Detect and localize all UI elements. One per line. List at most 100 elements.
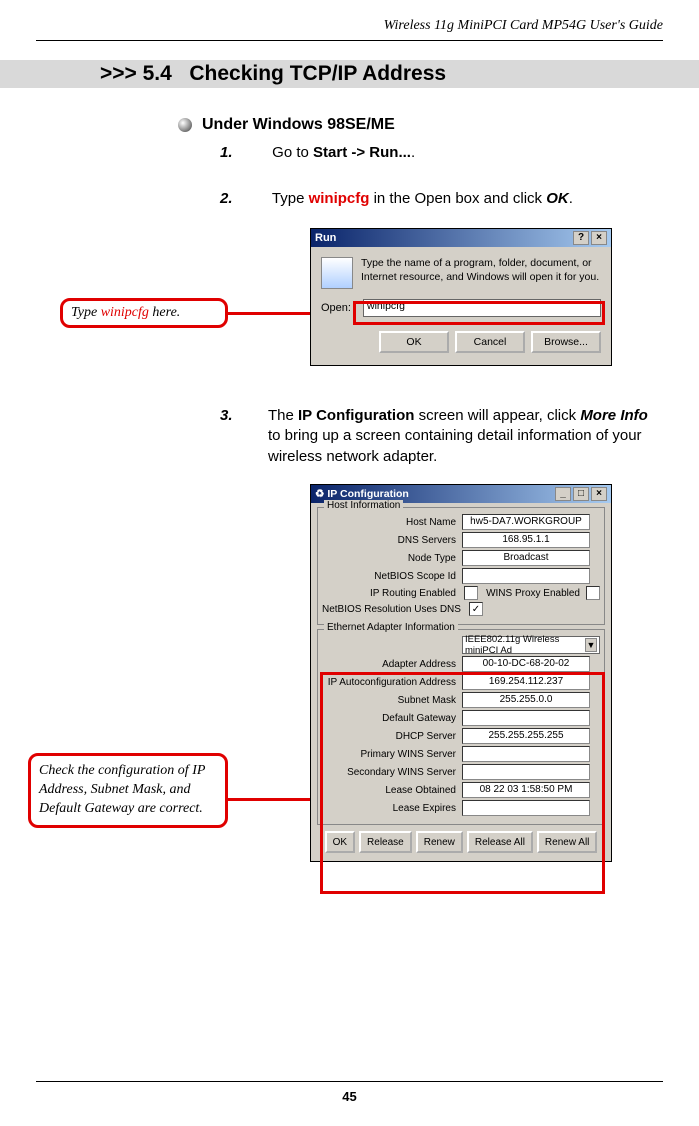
- section-number: >>> 5.4: [100, 62, 172, 85]
- step-3: 3. The IP Configuration screen will appe…: [220, 406, 659, 467]
- run-open-label: Open:: [321, 302, 355, 314]
- step-2-post: .: [569, 190, 573, 207]
- footer-rule: [36, 1081, 663, 1083]
- run-browse-button[interactable]: Browse...: [531, 331, 601, 353]
- row-routing: IP Routing Enabled WINS Proxy Enabled: [322, 586, 600, 600]
- step-1-text-pre: Go to: [272, 144, 313, 161]
- lease-exp-label: Lease Expires: [322, 803, 462, 814]
- step-3-pre: The: [268, 407, 298, 424]
- step-1-bold: Start -> Run...: [313, 144, 411, 161]
- row-lease-exp: Lease Expires: [322, 800, 600, 816]
- routing-label: IP Routing Enabled: [322, 588, 462, 599]
- step-3-bold2: More Info: [580, 407, 648, 424]
- winsproxy-checkbox[interactable]: [586, 586, 600, 600]
- dropdown-arrow-icon: ▼: [585, 638, 597, 652]
- run-help-button[interactable]: ?: [573, 231, 589, 245]
- callout1-post: here.: [149, 305, 180, 320]
- step-3-bold1: IP Configuration: [298, 407, 414, 424]
- row-dns: DNS Servers168.95.1.1: [322, 532, 600, 548]
- run-close-button[interactable]: ×: [591, 231, 607, 245]
- gateway-value: [462, 710, 590, 726]
- hostname-value: hw5-DA7.WORKGROUP: [462, 514, 590, 530]
- dns-value: 168.95.1.1: [462, 532, 590, 548]
- subtitle-row: Under Windows 98SE/ME: [178, 116, 395, 134]
- dhcp-value: 255.255.255.255: [462, 728, 590, 744]
- step-3-mid: screen will appear, click: [414, 407, 580, 424]
- sphere-bullet-icon: [178, 118, 192, 132]
- callout1-pre: Type: [71, 305, 101, 320]
- row-subnet: Subnet Mask255.255.0.0: [322, 692, 600, 708]
- netbios-dns-checkbox[interactable]: ✓: [469, 602, 483, 616]
- header-rule: [36, 40, 663, 41]
- adapter-addr-label: Adapter Address: [322, 659, 462, 670]
- host-info-group: Host Information Host Namehw5-DA7.WORKGR…: [317, 507, 605, 625]
- ipconfig-body: Host Information Host Namehw5-DA7.WORKGR…: [311, 503, 611, 861]
- step-2-mid: in the Open box and click: [369, 190, 546, 207]
- autoconfig-label: IP Autoconfiguration Address: [322, 677, 462, 688]
- step-2-number: 2.: [220, 190, 268, 207]
- section-name: Checking TCP/IP Address: [189, 62, 446, 85]
- lease-obt-label: Lease Obtained: [322, 785, 462, 796]
- pwins-label: Primary WINS Server: [322, 749, 462, 760]
- ipconfig-ok-button[interactable]: OK: [325, 831, 355, 853]
- ipconfig-button-row: OK Release Renew Release All Renew All: [317, 831, 605, 853]
- run-dialog: Run ? × Type the name of a program, fold…: [310, 228, 612, 366]
- run-cancel-button[interactable]: Cancel: [455, 331, 525, 353]
- adapter-info-group: Ethernet Adapter Information IEEE802.11g…: [317, 629, 605, 825]
- row-autoconfig: IP Autoconfiguration Address169.254.112.…: [322, 674, 600, 690]
- ipconfig-renew-button[interactable]: Renew: [416, 831, 463, 853]
- run-body: Type the name of a program, folder, docu…: [311, 247, 611, 365]
- page-number: 45: [0, 1089, 699, 1104]
- row-hostname: Host Namehw5-DA7.WORKGROUP: [322, 514, 600, 530]
- ipconfig-title-label: IP Configuration: [327, 488, 408, 500]
- callout-check-config: Check the configuration of IP Address, S…: [28, 753, 228, 828]
- subnet-value: 255.255.0.0: [462, 692, 590, 708]
- step-1: 1. Go to Start -> Run....: [220, 144, 659, 161]
- row-swins: Secondary WINS Server: [322, 764, 600, 780]
- netbios-scope-label: NetBIOS Scope Id: [322, 571, 462, 582]
- step-2: 2. Type winipcfg in the Open box and cli…: [220, 190, 659, 207]
- network-icon: ♻: [315, 488, 324, 500]
- adapter-dropdown[interactable]: IEEE802.11g Wireless miniPCI Ad▼: [462, 636, 600, 654]
- lease-exp-value: [462, 800, 590, 816]
- run-message-text: Type the name of a program, folder, docu…: [361, 257, 601, 289]
- hostname-label: Host Name: [322, 517, 462, 528]
- row-adapter-select: IEEE802.11g Wireless miniPCI Ad▼: [322, 636, 600, 654]
- subtitle-text: Under Windows 98SE/ME: [202, 116, 395, 134]
- row-netbios-dns: NetBIOS Resolution Uses DNS ✓: [322, 602, 600, 616]
- lease-obt-value: 08 22 03 1:58:50 PM: [462, 782, 590, 798]
- row-nodetype: Node TypeBroadcast: [322, 550, 600, 566]
- subnet-label: Subnet Mask: [322, 695, 462, 706]
- doc-header: Wireless 11g MiniPCI Card MP54G User's G…: [384, 18, 663, 34]
- dhcp-label: DHCP Server: [322, 731, 462, 742]
- row-gateway: Default Gateway: [322, 710, 600, 726]
- pwins-value: [462, 746, 590, 762]
- swins-label: Secondary WINS Server: [322, 767, 462, 778]
- row-adapter-addr: Adapter Address00-10-DC-68-20-02: [322, 656, 600, 672]
- gateway-label: Default Gateway: [322, 713, 462, 724]
- row-pwins: Primary WINS Server: [322, 746, 600, 762]
- ipconfig-maximize-button[interactable]: □: [573, 487, 589, 501]
- routing-checkbox[interactable]: [464, 586, 478, 600]
- step-2-red: winipcfg: [309, 190, 370, 207]
- ipconfig-minimize-button[interactable]: _: [555, 487, 571, 501]
- ipconfig-close-button[interactable]: ×: [591, 487, 607, 501]
- adapter-dropdown-value: IEEE802.11g Wireless miniPCI Ad: [465, 634, 585, 656]
- ipconfig-release-button[interactable]: Release: [359, 831, 412, 853]
- run-message-row: Type the name of a program, folder, docu…: [321, 257, 601, 289]
- adapter-addr-value: 00-10-DC-68-20-02: [462, 656, 590, 672]
- dns-label: DNS Servers: [322, 535, 462, 546]
- swins-value: [462, 764, 590, 780]
- ipconfig-title-text: ♻ IP Configuration: [315, 488, 409, 500]
- section-title: >>> 5.4 Checking TCP/IP Address: [100, 62, 446, 86]
- row-lease-obt: Lease Obtained08 22 03 1:58:50 PM: [322, 782, 600, 798]
- ipconfig-releaseall-button[interactable]: Release All: [467, 831, 533, 853]
- step-2-ok: OK: [546, 190, 569, 207]
- run-ok-button[interactable]: OK: [379, 331, 449, 353]
- run-app-icon: [321, 257, 353, 289]
- step-3-post: to bring up a screen containing detail i…: [268, 427, 642, 464]
- ipconfig-renewall-button[interactable]: Renew All: [537, 831, 597, 853]
- run-open-input[interactable]: winipcfg: [363, 299, 601, 317]
- run-title-text: Run: [315, 232, 336, 244]
- adapter-info-label: Ethernet Adapter Information: [324, 622, 458, 633]
